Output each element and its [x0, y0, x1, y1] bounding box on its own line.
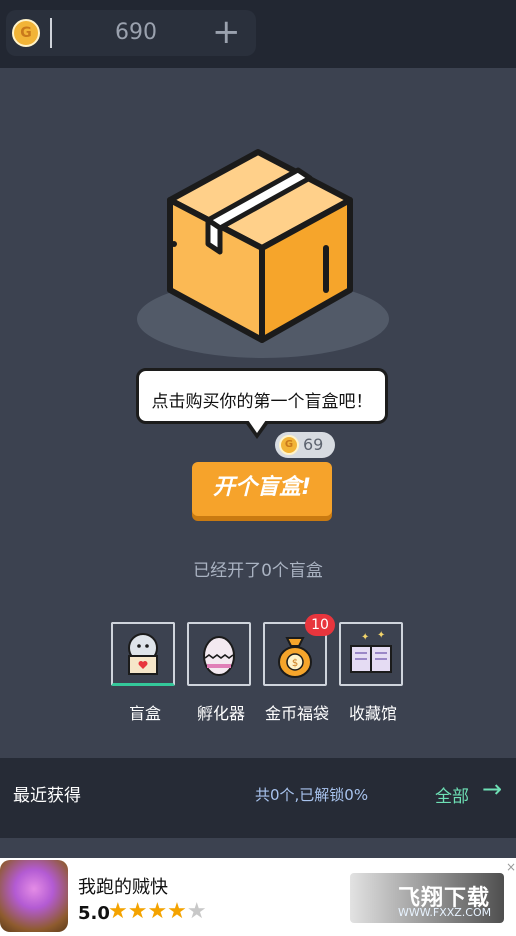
tab-incubator[interactable]: 孵化器 — [187, 622, 255, 723]
watermark-url: WWW.FXXZ.COM — [398, 906, 492, 919]
coin-bag-badge: 10 — [305, 614, 335, 636]
opened-count-text: 已经开了0个盲盒 — [193, 561, 323, 581]
tab-incubator-frame — [187, 622, 251, 686]
collection-book-icon: ✦ ✦ — [350, 630, 392, 673]
tab-blind-box-label: 盲盒 — [128, 704, 161, 723]
mystery-box-icon[interactable] — [160, 140, 356, 346]
egg-incubator-icon — [203, 636, 235, 676]
tab-incubator-label: 孵化器 — [196, 704, 245, 723]
ad-thumbnail[interactable] — [0, 860, 68, 932]
tab-collection[interactable]: ✦ ✦ 收藏馆 — [339, 622, 407, 723]
arrow-right-icon[interactable]: → — [482, 775, 502, 803]
add-coins-button[interactable]: + — [212, 14, 241, 50]
ad-rating: 5.0 — [78, 903, 110, 924]
prompt-text: 点击购买你的第一个盲盒吧！ — [151, 392, 373, 412]
svg-text:✦: ✦ — [361, 632, 369, 643]
recent-title: 最近获得 — [13, 786, 81, 806]
tab-blind-box-frame — [111, 622, 175, 686]
prompt-bubble: 点击购买你的第一个盲盒吧！ — [136, 368, 388, 424]
star-icon: ★ — [186, 899, 207, 924]
ad-title[interactable]: 我跑的贼快 — [78, 873, 168, 899]
ad-stars: ★★★★★ — [108, 900, 207, 924]
coin-amount: 690 — [115, 20, 157, 45]
view-all-link[interactable]: 全部 — [435, 782, 469, 807]
blind-box-icon — [128, 633, 158, 675]
bubble-tail-fill — [248, 420, 266, 433]
price-value: 69 — [303, 435, 324, 454]
tab-collection-frame: ✦ ✦ — [339, 622, 403, 686]
close-icon[interactable]: × — [506, 860, 516, 874]
svg-text:$: $ — [292, 658, 298, 669]
tab-collection-label: 收藏馆 — [348, 704, 397, 723]
svg-text:✦: ✦ — [377, 630, 385, 641]
tab-blind-box[interactable]: 盲盒 — [111, 622, 179, 723]
recent-summary: 共0个,已解锁0% — [255, 786, 369, 804]
price-coin-icon: G — [279, 435, 299, 455]
tab-coin-bag-label: 金币福袋 — [264, 704, 329, 723]
coin-divider — [50, 18, 52, 48]
open-box-button[interactable]: 开个盲盒! — [192, 462, 332, 516]
coin-icon: G — [12, 19, 40, 47]
star-icon: ★★★★ — [108, 899, 187, 924]
